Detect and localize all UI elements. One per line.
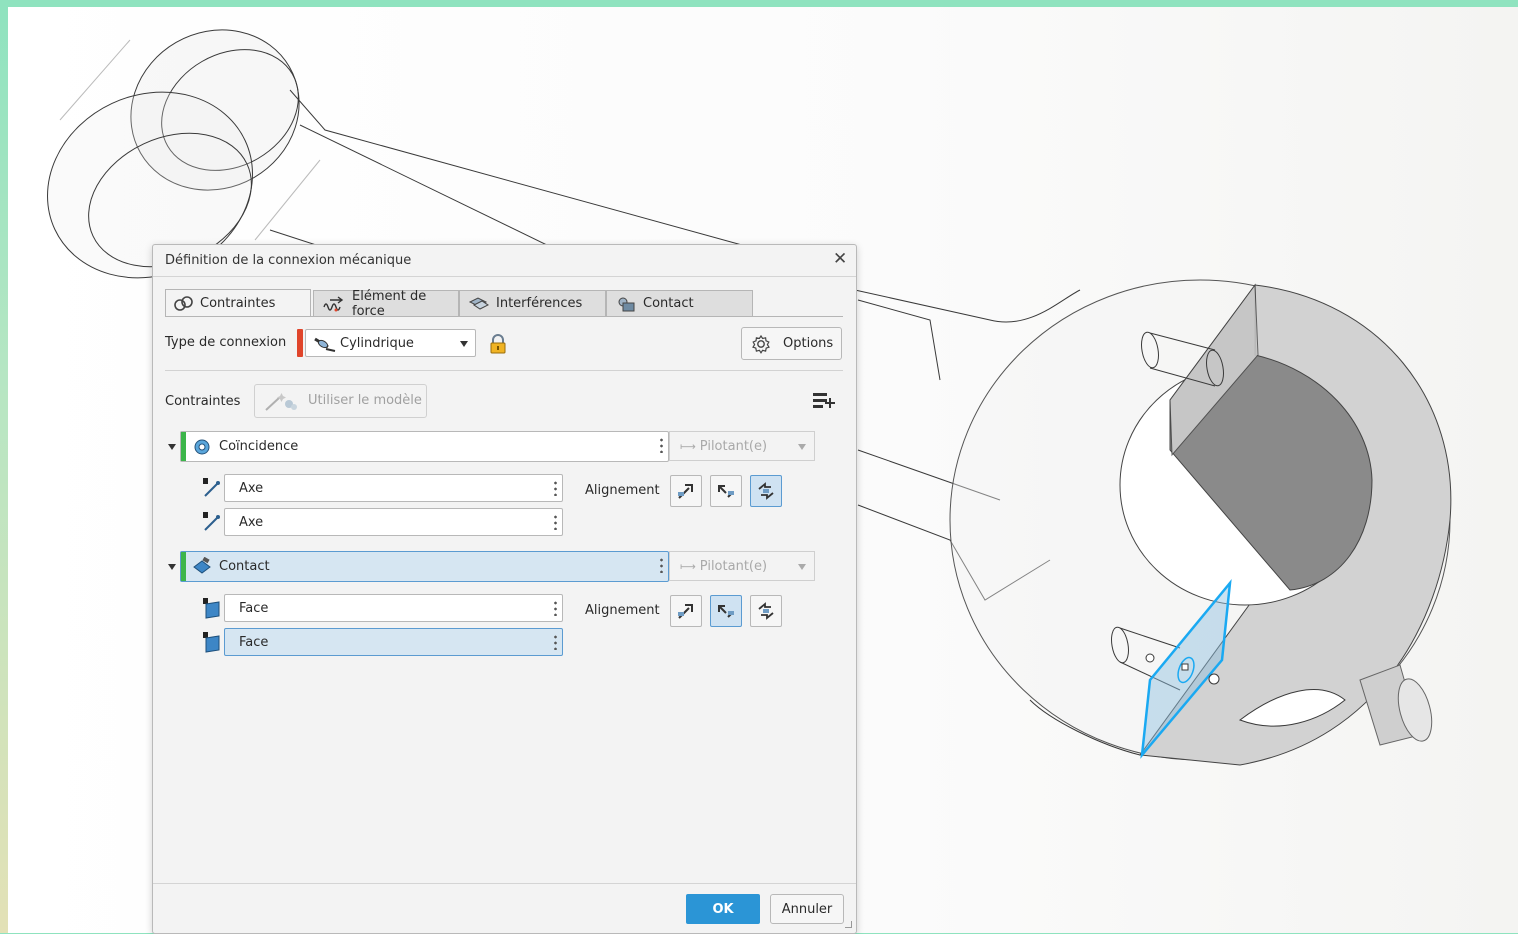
more-options-icon[interactable] bbox=[554, 634, 557, 650]
align-opposite-button[interactable] bbox=[710, 595, 742, 627]
align-opposite-icon bbox=[718, 485, 734, 498]
lock-icon[interactable] bbox=[488, 333, 508, 359]
dimension-icon: ⟼ bbox=[680, 439, 696, 453]
list-add-icon[interactable] bbox=[812, 391, 836, 417]
tab-contraintes[interactable]: Contraintes bbox=[165, 289, 311, 317]
collapse-group-contact-icon[interactable] bbox=[168, 564, 176, 570]
tab-label: Interférences bbox=[496, 296, 583, 311]
connection-type-label: Type de connexion bbox=[165, 335, 287, 350]
cylindrical-joint-icon bbox=[312, 335, 338, 357]
axis-reference-icon bbox=[201, 478, 223, 504]
axis-reference-icon bbox=[201, 512, 223, 538]
constraint-status-bar bbox=[181, 552, 186, 581]
dropdown-arrow-icon bbox=[798, 564, 806, 570]
options-label: Options bbox=[783, 336, 834, 351]
align-same-icon bbox=[678, 484, 693, 499]
more-options-icon[interactable] bbox=[554, 514, 557, 530]
tab-contact[interactable]: Contact bbox=[606, 290, 753, 316]
alignment-label: Alignement bbox=[585, 603, 660, 618]
reference-field[interactable]: Axe bbox=[224, 508, 563, 536]
gear-icon bbox=[751, 334, 771, 358]
interference-icon bbox=[468, 296, 490, 312]
dropdown-arrow-icon bbox=[460, 341, 468, 347]
reference-field[interactable]: Face bbox=[224, 594, 563, 622]
tab-label: Elément de force bbox=[352, 288, 427, 319]
face-reference-icon bbox=[201, 632, 223, 658]
align-auto-icon bbox=[758, 482, 774, 500]
contact-constraint-icon bbox=[192, 556, 212, 581]
face-reference-icon bbox=[201, 598, 223, 624]
magic-wand-icon bbox=[263, 392, 299, 416]
coincidence-icon bbox=[193, 438, 211, 460]
align-same-button[interactable] bbox=[670, 595, 702, 627]
close-icon[interactable]: ✕ bbox=[833, 249, 847, 269]
mechanical-connection-dialog: Définition de la connexion mécanique ✕ C… bbox=[152, 244, 857, 934]
align-auto-icon bbox=[758, 602, 774, 620]
tab-baseline bbox=[165, 316, 843, 317]
section-divider bbox=[165, 370, 843, 371]
constraints-label: Contraintes bbox=[165, 394, 241, 409]
footer-divider bbox=[153, 883, 856, 884]
title-divider bbox=[153, 276, 856, 277]
dialog-title: Définition de la connexion mécanique bbox=[165, 253, 412, 268]
align-opposite-button[interactable] bbox=[710, 475, 742, 507]
reference-value: Axe bbox=[239, 515, 264, 530]
align-opposite-icon bbox=[718, 605, 734, 618]
constraint-coincidence-row[interactable]: Coïncidence bbox=[180, 431, 669, 462]
connection-type-value: Cylindrique bbox=[340, 336, 414, 351]
cancel-button[interactable]: Annuler bbox=[770, 894, 844, 924]
driving-mode-select[interactable]: ⟼ Pilotant(e) bbox=[669, 551, 815, 581]
constraint-name: Coïncidence bbox=[219, 439, 299, 454]
more-options-icon[interactable] bbox=[660, 557, 663, 573]
resize-grip-icon[interactable] bbox=[845, 921, 852, 928]
align-auto-button[interactable] bbox=[750, 475, 782, 507]
connection-status-indicator bbox=[297, 329, 303, 357]
more-options-icon[interactable] bbox=[554, 480, 557, 496]
align-same-button[interactable] bbox=[670, 475, 702, 507]
dimension-icon: ⟼ bbox=[680, 559, 696, 573]
spring-force-icon bbox=[322, 295, 346, 313]
more-options-icon[interactable] bbox=[660, 437, 663, 453]
options-button[interactable]: Options bbox=[741, 327, 842, 360]
more-options-icon[interactable] bbox=[554, 600, 557, 616]
driving-mode-value: Pilotant(e) bbox=[699, 558, 768, 574]
reference-field[interactable]: Axe bbox=[224, 474, 563, 502]
dropdown-arrow-icon bbox=[798, 444, 806, 450]
reference-field-selected[interactable]: Face bbox=[224, 628, 563, 656]
contact-bodies-icon bbox=[615, 296, 637, 312]
alignment-label: Alignement bbox=[585, 483, 660, 498]
tab-label: Contact bbox=[643, 296, 694, 311]
reference-value: Face bbox=[239, 601, 269, 616]
reference-value: Face bbox=[239, 635, 269, 650]
align-same-icon bbox=[678, 604, 693, 619]
use-model-label: Utiliser le modèle bbox=[308, 393, 422, 408]
reference-value: Axe bbox=[239, 481, 264, 496]
tab-interferences[interactable]: Interférences bbox=[459, 290, 606, 316]
align-auto-button[interactable] bbox=[750, 595, 782, 627]
constraint-status-bar bbox=[181, 432, 186, 461]
constraint-contact-row[interactable]: Contact bbox=[180, 551, 669, 582]
collapse-group-coincidence-icon[interactable] bbox=[168, 444, 176, 450]
use-model-button[interactable]: Utiliser le modèle bbox=[254, 384, 427, 418]
tab-element-de-force[interactable]: Elément de force bbox=[313, 288, 459, 319]
connection-type-select[interactable]: Cylindrique bbox=[305, 329, 476, 357]
driving-mode-value: Pilotant(e) bbox=[699, 438, 768, 454]
driving-mode-select[interactable]: ⟼ Pilotant(e) bbox=[669, 431, 815, 461]
tab-label: Contraintes bbox=[200, 296, 276, 311]
constraint-name: Contact bbox=[219, 559, 270, 574]
ok-button[interactable]: OK bbox=[686, 894, 760, 924]
constraints-icon bbox=[174, 295, 194, 312]
